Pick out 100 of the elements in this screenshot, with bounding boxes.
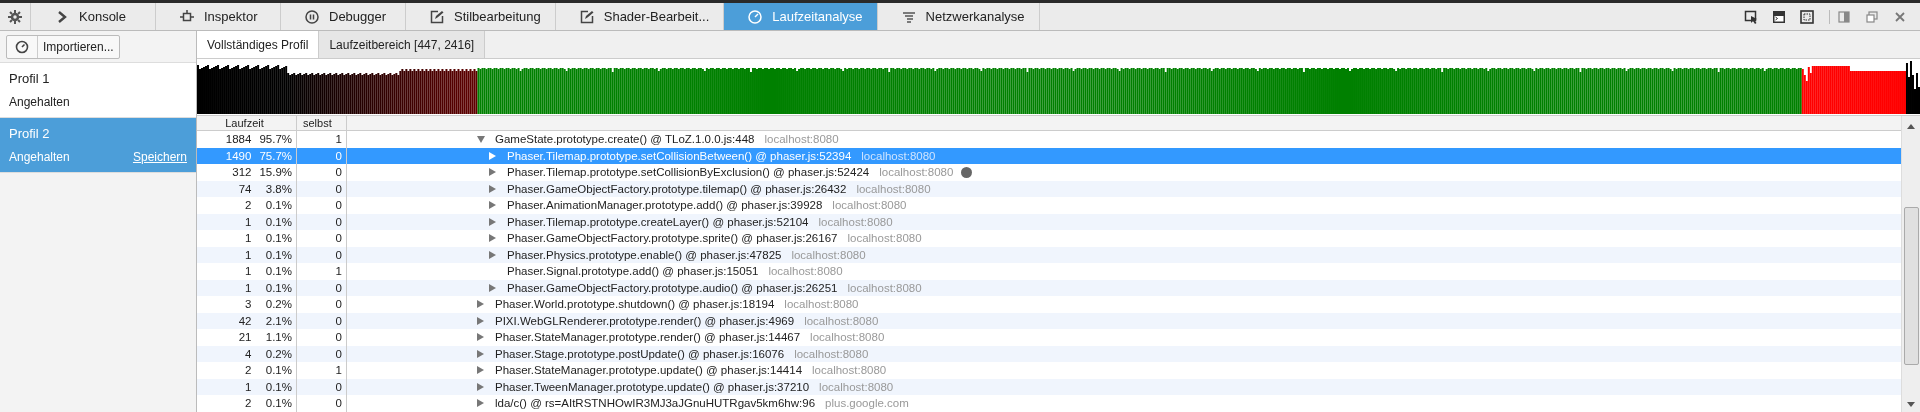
collapsed-triangle-icon[interactable] xyxy=(477,399,484,408)
table-cell: 0 xyxy=(335,281,342,294)
table-cell: 0 xyxy=(335,182,342,195)
host-name: localhost:8080 xyxy=(810,331,885,344)
host-name: localhost:8080 xyxy=(791,248,866,261)
host-name: plus.google.com xyxy=(825,397,909,410)
collapsed-triangle-icon[interactable] xyxy=(489,217,496,226)
scroll-down-icon[interactable] xyxy=(1907,402,1915,407)
table-cell: 0 xyxy=(335,232,342,245)
table-cell: 0 xyxy=(335,397,342,410)
table-cell-text: 15.9% xyxy=(258,166,292,179)
host-name: localhost:8080 xyxy=(812,364,887,377)
host-name: localhost:8080 xyxy=(879,166,954,179)
table-cell: 1 xyxy=(335,364,342,377)
table-cell-text: 75.7% xyxy=(258,149,292,162)
close-icon[interactable] xyxy=(1893,9,1907,24)
function-name: lda/c() @ rs=AItRSTNHOwIR3MJ3aJGnuHUTRgav5km6hw:96 xyxy=(495,397,816,410)
profile-item[interactable]: Profil 1 Angehalten xyxy=(0,63,196,118)
scrollbar-thumb[interactable] xyxy=(1903,207,1919,365)
host-name: localhost:8080 xyxy=(794,347,869,360)
host-name: localhost:8080 xyxy=(818,215,893,228)
table-cell-text: 0.1% xyxy=(264,199,292,212)
scrollbar[interactable] xyxy=(1901,116,1920,412)
tree-row[interactable]: 74 3.8% 0 Phaser.GameObjectFactory.prototype.tilemap() @ phaser.js:26432 localhost:8080 xyxy=(197,180,1901,197)
tree-row[interactable]: 2 0.1% 0 lda/c() @ rs=AItRSTNHOwIR3MJ3aJGnuHUTRgav5km6hw:96 plus.google.com xyxy=(197,395,1901,412)
scroll-up-icon[interactable] xyxy=(1907,124,1915,129)
collapsed-triangle-icon[interactable] xyxy=(477,349,484,358)
table-cell-text: 2 xyxy=(244,364,252,377)
host-name: localhost:8080 xyxy=(856,182,931,195)
pointer-icon[interactable] xyxy=(1744,9,1758,24)
table-cell-text: 74 xyxy=(237,182,252,195)
table-cell-text: 95.7% xyxy=(258,133,292,146)
host-name: localhost:8080 xyxy=(819,380,894,393)
host-name: localhost:8080 xyxy=(847,232,922,245)
function-name: Phaser.StateManager.prototype.update() @ phaser.js:14414 xyxy=(495,364,803,377)
collapsed-triangle-icon[interactable] xyxy=(477,316,484,325)
tree-row[interactable]: 1 0.1% 0 Phaser.TweenManager.prototype.update() @ phaser.js:37210 localhost:8080 xyxy=(197,378,1901,395)
table-cell-text: 3 xyxy=(244,298,252,311)
tool-tab[interactable]: Konsole xyxy=(31,3,156,30)
profile-name: Profil 2 xyxy=(9,126,51,141)
table-cell-text: 1 xyxy=(244,215,252,228)
sidebar-icon[interactable] xyxy=(1837,9,1851,24)
tree-row[interactable]: 1 0.1% 0 Phaser.Tilemap.prototype.createLayer() @ phaser.js:52104 localhost:8080 xyxy=(197,213,1901,230)
function-name: Phaser.TweenManager.prototype.update() @ phaser.js:37210 xyxy=(495,380,810,393)
tool-tab[interactable]: Netzwerkanalyse xyxy=(877,3,1040,30)
import-button[interactable]: Importieren... xyxy=(6,34,120,59)
table-cell: 0 xyxy=(335,314,342,327)
host-name: localhost:8080 xyxy=(784,298,859,311)
tree-row[interactable]: 42 2.1% 0 PIXI.WebGLRenderer.prototype.render() @ phaser.js:4969 localhost:8080 xyxy=(197,312,1901,329)
collapsed-triangle-icon[interactable] xyxy=(489,184,496,193)
tree-row[interactable]: 1 0.1% 0 Phaser.GameObjectFactory.prototype.audio() @ phaser.js:26251 localhost:8080 xyxy=(197,279,1901,296)
table-cell-text: 1884 xyxy=(224,133,252,146)
profile-tab[interactable]: Vollständiges Profil xyxy=(197,31,320,58)
tool-tab[interactable]: Inspektor xyxy=(156,3,281,30)
console-icon[interactable] xyxy=(1772,9,1786,24)
window-icon[interactable] xyxy=(1865,9,1879,24)
pencil-icon xyxy=(430,9,444,24)
function-name: Phaser.GameObjectFactory.prototype.sprite() @ phaser.js:26167 xyxy=(507,232,838,245)
tree-row[interactable]: 1 0.1% 0 Phaser.Physics.prototype.enable() @ phaser.js:47825 localhost:8080 xyxy=(197,246,1901,263)
table-cell-text: 0.1% xyxy=(264,281,292,294)
function-name: Phaser.Tilemap.prototype.createLayer() @ phaser.js:52104 xyxy=(507,215,809,228)
list-icon xyxy=(901,9,916,24)
table-cell: 0 xyxy=(335,298,342,311)
function-name: Phaser.Physics.prototype.enable() @ phaser.js:47825 xyxy=(507,248,782,261)
table-cell: 0 xyxy=(335,166,342,179)
table-cell-text: 21 xyxy=(237,331,252,344)
frame-icon[interactable] xyxy=(1800,9,1814,24)
collapsed-triangle-icon[interactable] xyxy=(489,283,496,292)
host-name: localhost:8080 xyxy=(861,149,936,162)
table-cell: 0 xyxy=(335,149,342,162)
tool-tab[interactable]: Stilbearbeitung xyxy=(406,3,556,30)
table-cell-text: 42 xyxy=(237,314,252,327)
table-cell: 0 xyxy=(335,215,342,228)
tree-row[interactable]: 4 0.2% 0 Phaser.Stage.prototype.postUpdate() @ phaser.js:16076 localhost:8080 xyxy=(197,345,1901,362)
function-name: Phaser.Signal.prototype.add() @ phaser.js:15051 xyxy=(507,265,759,278)
function-name: Phaser.GameObjectFactory.prototype.tilemap() @ phaser.js:26432 xyxy=(507,182,847,195)
column-header[interactable]: selbst xyxy=(297,116,347,130)
table-cell-text: 0.1% xyxy=(264,248,292,261)
function-name: Phaser.Tilemap.prototype.setCollisionByExclusion() @ phaser.js:52424 xyxy=(507,166,870,179)
table-cell-text: 0.1% xyxy=(264,380,292,393)
table-cell: 1 xyxy=(335,265,342,278)
host-name: localhost:8080 xyxy=(768,265,843,278)
table-cell-text: 0.1% xyxy=(264,265,292,278)
stopwatch-icon xyxy=(748,9,763,24)
table-cell-text: 1490 xyxy=(224,149,252,162)
profile-tab[interactable]: Laufzeitbereich [447, 2416] xyxy=(319,31,486,58)
table-cell: 0 xyxy=(335,380,342,393)
profile-status: Angehalten xyxy=(9,150,70,164)
table-cell: 0 xyxy=(335,248,342,261)
table-cell-text: 2 xyxy=(244,397,252,410)
collapsed-triangle-icon[interactable] xyxy=(477,382,484,391)
tree-row[interactable]: 1 0.1% 1 Phaser.Signal.prototype.add() @ phaser.js:15051 localhost:8080 xyxy=(197,263,1901,280)
table-cell: 1 xyxy=(335,133,342,146)
square-icon xyxy=(180,9,194,24)
host-name: localhost:8080 xyxy=(832,199,907,212)
tool-tab[interactable]: Debugger xyxy=(281,3,406,30)
column-header[interactable]: Laufzeit xyxy=(197,116,297,130)
collapsed-triangle-icon[interactable] xyxy=(489,250,496,259)
table-cell-text: 1 xyxy=(244,232,252,245)
profile-status: Angehalten xyxy=(9,95,70,109)
